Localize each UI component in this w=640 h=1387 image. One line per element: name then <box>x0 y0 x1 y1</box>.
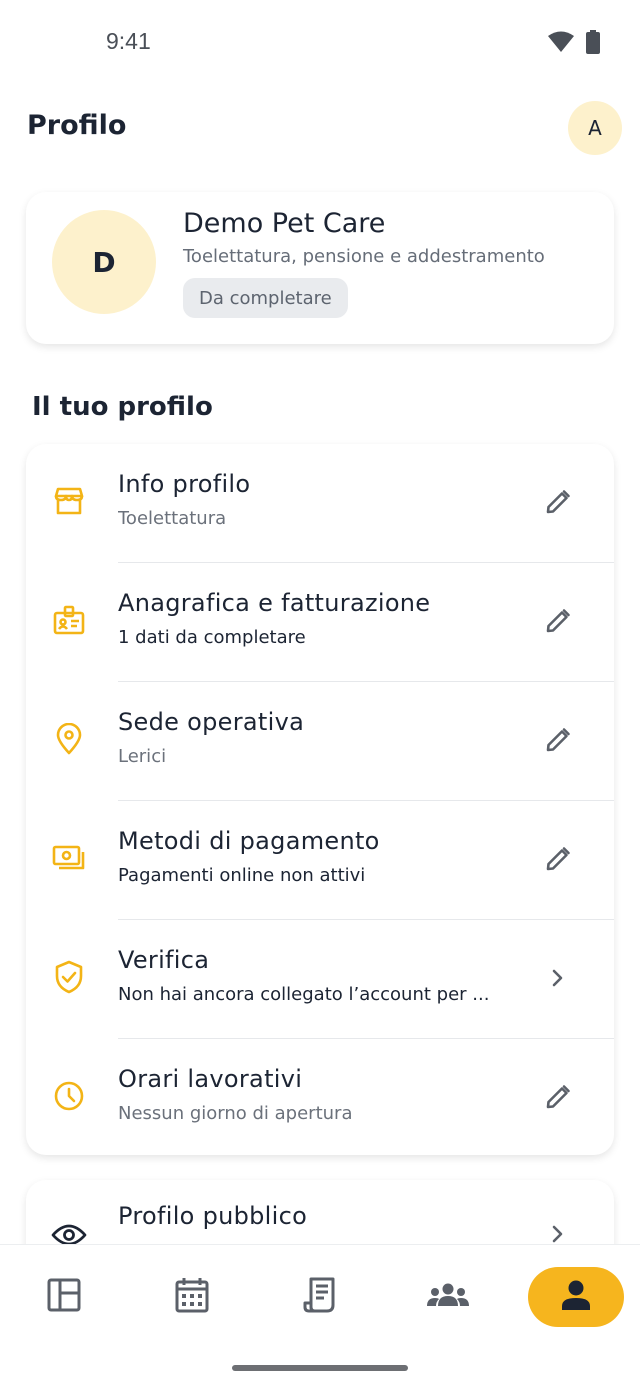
list-item-title: Orari lavorativi <box>118 1065 303 1093</box>
receipt-icon <box>303 1277 337 1317</box>
nav-dashboard[interactable] <box>16 1267 112 1327</box>
status-icons <box>548 30 600 58</box>
edit-icon[interactable] <box>540 1079 576 1115</box>
edit-icon[interactable] <box>540 722 576 758</box>
location-pin-icon <box>50 720 88 758</box>
list-item-title: Sede operativa <box>118 708 305 736</box>
list-item-orari-lavorativi[interactable]: Orari lavorativi Nessun giorno di apertu… <box>26 1039 614 1158</box>
dashboard-icon <box>47 1278 81 1316</box>
edit-icon[interactable] <box>540 841 576 877</box>
chevron-right-icon[interactable] <box>540 960 576 996</box>
bottom-navigation <box>0 1244 640 1387</box>
edit-icon[interactable] <box>540 484 576 520</box>
payments-icon <box>50 839 88 877</box>
list-item-title: Profilo pubblico <box>118 1202 308 1230</box>
list-item-subtitle: Toelettatura <box>118 508 227 529</box>
status-bar: 9:41 <box>0 0 640 84</box>
section-title: Il tuo profilo <box>32 392 213 422</box>
wifi-icon <box>548 31 574 57</box>
edit-icon[interactable] <box>540 603 576 639</box>
business-description: Toelettatura, pensione e addestramento <box>183 246 545 267</box>
business-name: Demo Pet Care <box>183 208 386 239</box>
id-badge-icon <box>50 601 88 639</box>
header: Profilo <box>0 90 640 166</box>
account-avatar[interactable]: A <box>568 101 622 155</box>
profile-settings-list: Info profilo Toelettatura Anagrafica e f… <box>26 444 614 1155</box>
home-indicator[interactable] <box>232 1365 408 1371</box>
nav-profile[interactable] <box>528 1267 624 1327</box>
list-item-metodi-pagamento[interactable]: Metodi di pagamento Pagamenti online non… <box>26 801 614 920</box>
nav-calendar[interactable] <box>144 1267 240 1327</box>
list-item-anagrafica[interactable]: Anagrafica e fatturazione 1 dati da comp… <box>26 563 614 682</box>
status-badge: Da completare <box>183 278 348 318</box>
list-item-subtitle: 1 dati da completare <box>118 627 306 648</box>
shield-check-icon <box>50 958 88 996</box>
list-item-title: Verifica <box>118 946 210 974</box>
business-card[interactable]: D Demo Pet Care Toelettatura, pensione e… <box>26 192 614 344</box>
group-icon <box>426 1282 470 1312</box>
list-item-title: Info profilo <box>118 470 251 498</box>
person-icon <box>560 1279 592 1315</box>
list-item-subtitle: Lerici <box>118 746 167 767</box>
list-item-sede-operativa[interactable]: Sede operativa Lerici <box>26 682 614 801</box>
page-title: Profilo <box>27 110 127 141</box>
list-item-subtitle: Nessun giorno di apertura <box>118 1103 353 1124</box>
status-time: 9:41 <box>106 28 151 54</box>
list-item-title: Anagrafica e fatturazione <box>118 589 431 617</box>
clock-icon <box>50 1077 88 1115</box>
store-icon <box>50 482 88 520</box>
list-item-subtitle: Pagamenti online non attivi <box>118 865 366 886</box>
list-item-subtitle: Non hai ancora collegato l’account per .… <box>118 984 490 1005</box>
business-avatar: D <box>52 210 156 314</box>
list-item-title: Metodi di pagamento <box>118 827 380 855</box>
list-item-verifica[interactable]: Verifica Non hai ancora collegato l’acco… <box>26 920 614 1039</box>
list-item-info-profilo[interactable]: Info profilo Toelettatura <box>26 444 614 563</box>
nav-clients[interactable] <box>400 1267 496 1327</box>
nav-receipts[interactable] <box>272 1267 368 1327</box>
battery-icon <box>586 30 600 58</box>
calendar-icon <box>175 1277 209 1317</box>
